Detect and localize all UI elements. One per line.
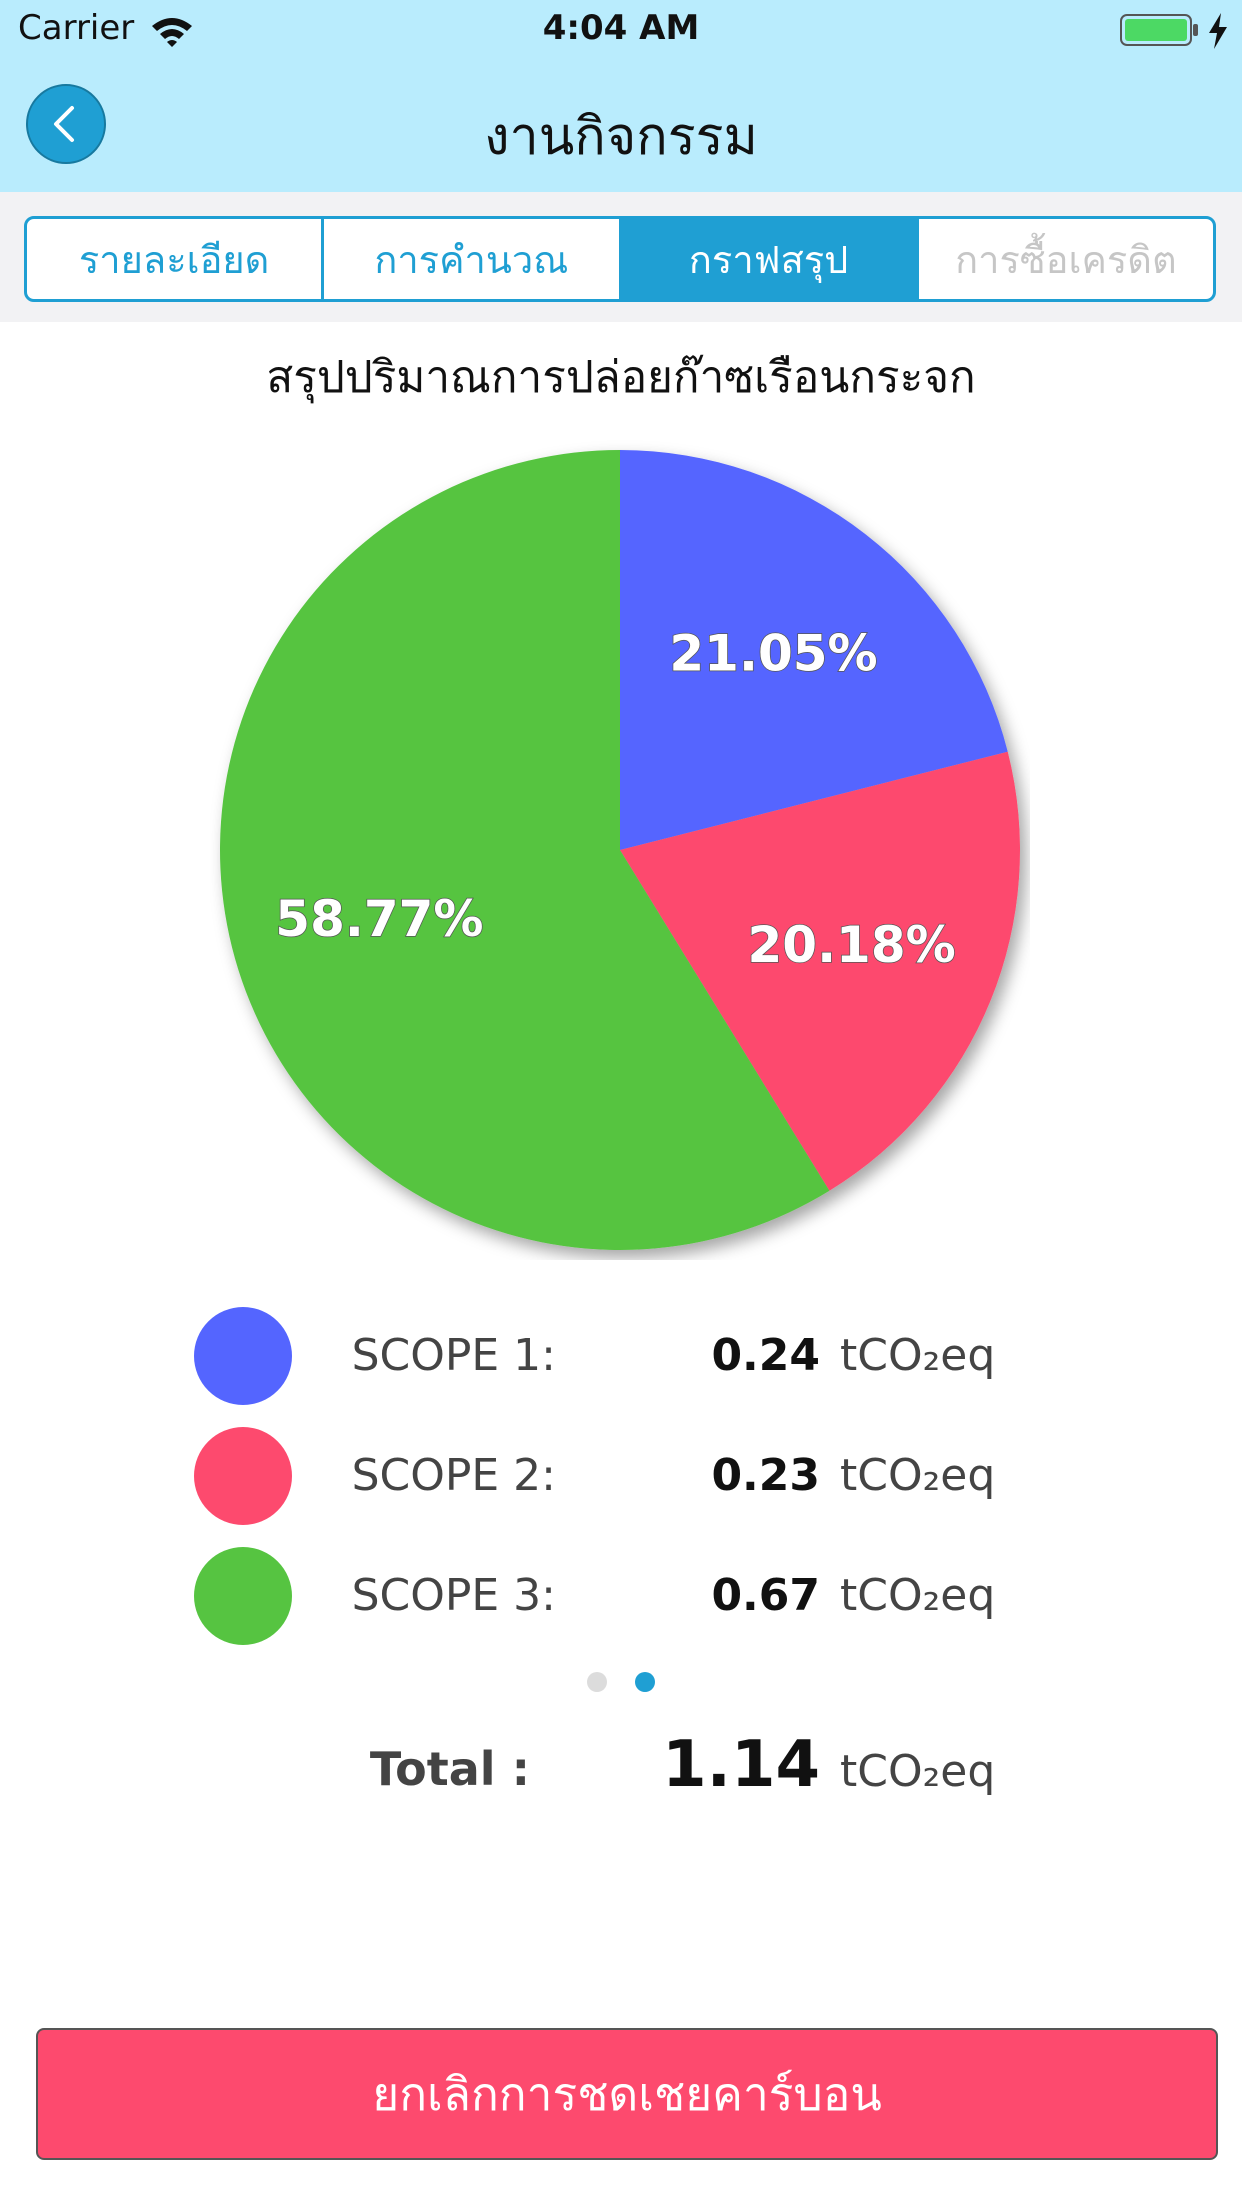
page-indicator[interactable] bbox=[0, 1672, 1242, 1696]
tab-buy-credit: การซื้อเครดิต bbox=[955, 237, 1177, 282]
scope-1-value: 0.24 bbox=[711, 1330, 820, 1381]
scope-2-label: SCOPE 2: bbox=[351, 1450, 556, 1501]
pie-slice-label-3: 58.77% bbox=[275, 890, 483, 948]
navigation-bar: งานกิจกรรม bbox=[0, 60, 1242, 192]
scope-3-value: 0.67 bbox=[711, 1570, 820, 1621]
tab-calculation[interactable]: การคำนวณ bbox=[324, 219, 622, 299]
legend-row-scope-2: SCOPE 2: 0.23 tCO₂eq bbox=[0, 1426, 1242, 1526]
scope-1-label: SCOPE 1: bbox=[351, 1330, 556, 1381]
tab-details[interactable]: รายละเอียด bbox=[27, 219, 325, 299]
cancel-carbon-offset-button[interactable]: ยกเลิกการชดเชยคาร์บอน bbox=[36, 2028, 1218, 2160]
page-title: งานกิจกรรม bbox=[484, 107, 758, 167]
pie-slice-label-2: 20.18% bbox=[747, 916, 955, 974]
scope-1-unit: tCO₂eq bbox=[840, 1330, 996, 1381]
scope-3-unit: tCO₂eq bbox=[840, 1570, 996, 1621]
scope-2-color-dot bbox=[194, 1427, 292, 1525]
scope-3-label: SCOPE 3: bbox=[351, 1570, 556, 1621]
tab-summary-graph[interactable]: กราฟสรุป bbox=[621, 219, 919, 299]
total-value: 1.14 bbox=[662, 1728, 820, 1802]
battery-icon bbox=[1120, 14, 1198, 46]
charging-icon bbox=[1209, 13, 1227, 49]
total-unit: tCO₂eq bbox=[840, 1746, 996, 1797]
page-dot-2[interactable] bbox=[635, 1672, 655, 1692]
scope-1-color-dot bbox=[194, 1307, 292, 1405]
tab-bar: รายละเอียด การคำนวณ กราฟสรุป การซื้อเครด… bbox=[24, 216, 1216, 302]
status-bar: Carrier 4:04 AM bbox=[0, 0, 1242, 60]
legend-row-scope-1: SCOPE 1: 0.24 tCO₂eq bbox=[0, 1306, 1242, 1406]
page-dot-1[interactable] bbox=[587, 1672, 607, 1692]
pie-slice-label-1: 21.05% bbox=[669, 625, 877, 683]
legend-row-scope-3: SCOPE 3: 0.67 tCO₂eq bbox=[0, 1546, 1242, 1646]
scope-2-unit: tCO₂eq bbox=[840, 1450, 996, 1501]
chart-title: สรุปปริมาณการปล่อยก๊าซเรือนกระจก bbox=[266, 352, 976, 403]
pie-chart: 21.05% 20.18% 58.77% bbox=[219, 450, 1020, 1250]
status-time: 4:04 AM bbox=[542, 8, 700, 48]
scope-3-color-dot bbox=[194, 1547, 292, 1645]
scope-2-value: 0.23 bbox=[711, 1450, 820, 1501]
total-label: Total : bbox=[369, 1742, 530, 1796]
